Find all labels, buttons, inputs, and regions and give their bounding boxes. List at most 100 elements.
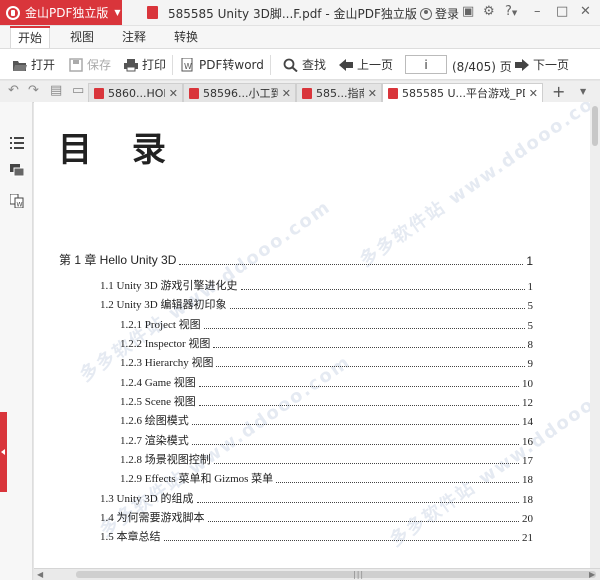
toc-entry-text: 第 1 章 Hello Unity 3D [59, 253, 177, 267]
tab-start[interactable]: 开始 [10, 26, 50, 48]
toc-entry[interactable]: 1.2.6 绘图模式 14 [120, 414, 533, 428]
app-name: 金山PDF独立版 [25, 6, 109, 20]
new-tab-icon[interactable]: + [552, 82, 565, 101]
doc-tab-label: 58596...小工到专家 [203, 87, 278, 100]
toc-entry[interactable]: 1.3 Unity 3D 的组成 18 [100, 492, 533, 506]
horizontal-scroll-thumb[interactable] [76, 571, 596, 578]
doc-tab-1[interactable]: 5860...HON ✕ [88, 83, 183, 102]
toc-entry-text: 1.2.5 Scene 视图 [120, 396, 196, 408]
pdf-to-word-button[interactable]: W PDF转word [180, 49, 264, 80]
toc-entry-text: 1.2.6 绘图模式 [120, 415, 189, 427]
scroll-right-icon[interactable]: ▶ [589, 569, 595, 580]
leader-dots [191, 424, 519, 425]
scroll-grip-icon: ||| [353, 570, 365, 579]
tab-annotate[interactable]: 注释 [116, 26, 152, 48]
toc-entry[interactable]: 第 1 章 Hello Unity 3D 1 [59, 253, 533, 268]
toc-entry-text: 1.5 本章总结 [100, 531, 161, 543]
toc-entry[interactable]: 1.2.2 Inspector 视图 8 [120, 337, 533, 351]
toc-entry-text: 1.2.4 Game 视图 [120, 377, 196, 389]
toc-entry[interactable]: 1.2.4 Game 视图 10 [120, 376, 533, 390]
next-page-label: 下一页 [533, 58, 570, 72]
chevron-down-icon: ▼ [114, 8, 121, 17]
leader-dots [163, 540, 519, 541]
toc-entry-page: 9 [527, 358, 534, 370]
close-tab-icon[interactable]: ✕ [368, 87, 377, 100]
toc-entry[interactable]: 1.2.1 Project 视图 5 [120, 318, 533, 332]
tab-convert[interactable]: 转换 [168, 26, 204, 48]
leader-dots [196, 502, 519, 503]
toc-entry-page: 10 [522, 378, 533, 390]
toc-entry[interactable]: 1.2.5 Scene 视图 12 [120, 395, 533, 409]
redo-icon[interactable]: ↷ [28, 84, 39, 98]
login-label: 登录 [435, 7, 460, 21]
doc-tab-4[interactable]: 585585 U...平台游戏_PDF ✕ [382, 83, 543, 102]
app-logo-icon [6, 5, 20, 20]
tab-list-icon[interactable]: ▭ [72, 84, 84, 98]
skin-icon[interactable]: ▣ [462, 4, 474, 20]
close-icon[interactable]: ✕ [580, 4, 591, 20]
toc-entry[interactable]: 1.2.3 Hierarchy 视图 9 [120, 356, 533, 370]
doc-tab-2[interactable]: 58596...小工到专家 ✕ [183, 83, 296, 102]
comments-icon[interactable] [10, 164, 25, 178]
minimize-icon[interactable]: – [534, 4, 541, 20]
toc-entry[interactable]: 1.2.8 场景视图控制 17 [120, 453, 533, 467]
login-button[interactable]: 登录 [420, 5, 459, 22]
toc-entry-page: 17 [522, 455, 533, 467]
horizontal-scrollbar[interactable]: ◀ ||| ▶ [34, 568, 600, 580]
open-button[interactable]: 打开 [12, 49, 55, 80]
sidebar-collapse-handle[interactable] [0, 412, 7, 492]
toc-entry[interactable]: 1.2.7 渲染模式 16 [120, 434, 533, 448]
toc-entry-text: 1.2.3 Hierarchy 视图 [120, 357, 214, 369]
toc-entry-text: 1.2.7 渲染模式 [120, 435, 189, 447]
toc-entry-text: 1.2.8 场景视图控制 [120, 454, 211, 466]
leader-dots [276, 482, 519, 483]
tab-menu-icon[interactable]: ▼ [580, 87, 586, 96]
toc-entry-page: 14 [522, 416, 533, 428]
toc-entry-page: 18 [522, 494, 533, 506]
toc-entry[interactable]: 1.2.9 Effects 菜单和 Gizmos 菜单 18 [120, 472, 533, 486]
toc-entry-page: 18 [522, 474, 533, 486]
toc-entry[interactable]: 1.1 Unity 3D 游戏引擎进化史 1 [100, 279, 533, 293]
search-icon [283, 58, 299, 72]
printer-icon [123, 58, 139, 72]
save-small-icon[interactable]: ▤ [50, 84, 62, 98]
toc-entry[interactable]: 1.4 为何需要游戏脚本 20 [100, 511, 533, 525]
maximize-icon[interactable]: □ [556, 4, 568, 20]
find-button[interactable]: 查找 [283, 49, 326, 80]
svg-text:W: W [184, 62, 192, 71]
toc-entry-page: 8 [527, 339, 534, 351]
gear-icon[interactable]: ⚙ [483, 4, 495, 20]
next-page-button[interactable]: 下一页 [514, 49, 569, 80]
toc-entry[interactable]: 1.5 本章总结 21 [100, 530, 533, 544]
vertical-scrollbar[interactable] [590, 102, 600, 568]
toc-entry-page: 16 [522, 436, 533, 448]
tab-view[interactable]: 视图 [64, 26, 100, 48]
leader-dots [203, 328, 525, 329]
close-tab-icon[interactable]: ✕ [282, 87, 291, 100]
print-label: 打印 [142, 58, 167, 72]
doc-tab-label: 5860...HON [108, 86, 165, 100]
leader-dots [198, 386, 519, 387]
vertical-scroll-thumb[interactable] [592, 106, 598, 146]
toc-entry-text: 1.2 Unity 3D 编辑器初印象 [100, 299, 227, 311]
app-menu-button[interactable]: 金山PDF独立版 ▼ [0, 0, 122, 25]
doc-tab-3[interactable]: 585...指南 ✕ [296, 83, 382, 102]
outline-icon[interactable] [10, 136, 24, 150]
close-tab-icon[interactable]: ✕ [529, 87, 538, 100]
undo-icon[interactable]: ↶ [8, 84, 19, 98]
ribbon-tabs: 开始 视图 注释 转换 [0, 26, 600, 48]
help-icon[interactable]: ?▼ [505, 4, 517, 21]
thumbnails-icon[interactable]: W [9, 193, 24, 209]
prev-page-label: 上一页 [357, 58, 394, 72]
find-label: 查找 [302, 58, 327, 72]
save-button[interactable]: 保存 [68, 49, 111, 80]
close-tab-icon[interactable]: ✕ [169, 87, 178, 100]
prev-page-button[interactable]: 上一页 [338, 49, 393, 80]
page-number-input[interactable]: i [405, 55, 447, 74]
print-button[interactable]: 打印 [123, 49, 166, 80]
scroll-left-icon[interactable]: ◀ [37, 569, 43, 580]
toc-entry[interactable]: 1.2 Unity 3D 编辑器初印象 5 [100, 298, 533, 312]
toc-entry-page: 1 [526, 254, 533, 268]
leader-dots [213, 463, 519, 464]
document-tabs: ↶ ↷ ▤ ▭ 5860...HON ✕ 58596...小工到专家 ✕ 585… [0, 81, 600, 103]
